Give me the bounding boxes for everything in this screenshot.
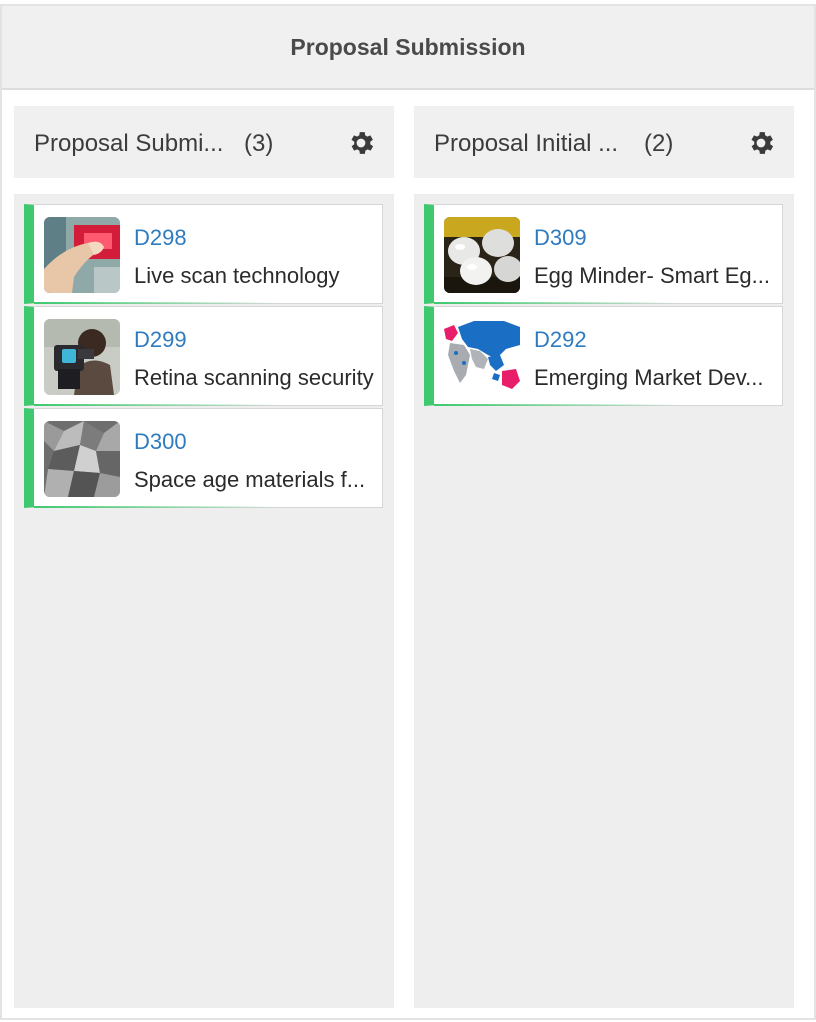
column-header: Proposal Submi... (3) xyxy=(14,106,394,178)
column-proposal-submission: Proposal Submi... (3) D298 Live scan tec… xyxy=(14,106,394,1008)
card-id-link[interactable]: D292 xyxy=(534,327,587,353)
proposal-card[interactable]: D292 Emerging Market Dev... xyxy=(424,306,783,406)
card-id-link[interactable]: D300 xyxy=(134,429,187,455)
gear-icon[interactable] xyxy=(346,128,376,158)
card-description: Egg Minder- Smart Eg... xyxy=(534,263,770,288)
column-header: Proposal Initial ... (2) xyxy=(414,106,794,178)
column-body: D309 Egg Minder- Smart Eg... D292 Emergi… xyxy=(414,194,794,1008)
proposal-card[interactable]: D298 Live scan technology xyxy=(24,204,383,304)
column-proposal-initial: Proposal Initial ... (2) D309 Egg Minder… xyxy=(414,106,794,1008)
metal-geodesic-thumbnail xyxy=(44,421,120,497)
card-id-link[interactable]: D299 xyxy=(134,327,187,353)
retina-scan-thumbnail xyxy=(44,319,120,395)
world-map-thumbnail xyxy=(444,319,520,395)
gear-icon[interactable] xyxy=(746,128,776,158)
eggs-tray-thumbnail xyxy=(444,217,520,293)
card-id-link[interactable]: D298 xyxy=(134,225,187,251)
card-description: Retina scanning security xyxy=(134,365,374,390)
column-title: Proposal Submi... xyxy=(34,130,224,157)
card-description: Emerging Market Dev... xyxy=(534,365,764,390)
proposal-card[interactable]: D309 Egg Minder- Smart Eg... xyxy=(424,204,783,304)
column-count: (3) xyxy=(244,130,274,157)
board-frame: Proposal Submission Proposal Submi... (3… xyxy=(0,4,816,1020)
column-title: Proposal Initial ... xyxy=(434,130,619,157)
proposal-card[interactable]: D299 Retina scanning security xyxy=(24,306,383,406)
column-body: D298 Live scan technology D299 Retina sc… xyxy=(14,194,394,1008)
card-description: Space age materials f... xyxy=(134,467,366,492)
proposal-card[interactable]: D300 Space age materials f... xyxy=(24,408,383,508)
column-count: (2) xyxy=(644,130,674,157)
card-id-link[interactable]: D309 xyxy=(534,225,587,251)
page-header: Proposal Submission xyxy=(2,6,814,90)
page-title: Proposal Submission xyxy=(290,33,526,60)
card-description: Live scan technology xyxy=(134,263,340,288)
fingerprint-scan-thumbnail xyxy=(44,217,120,293)
